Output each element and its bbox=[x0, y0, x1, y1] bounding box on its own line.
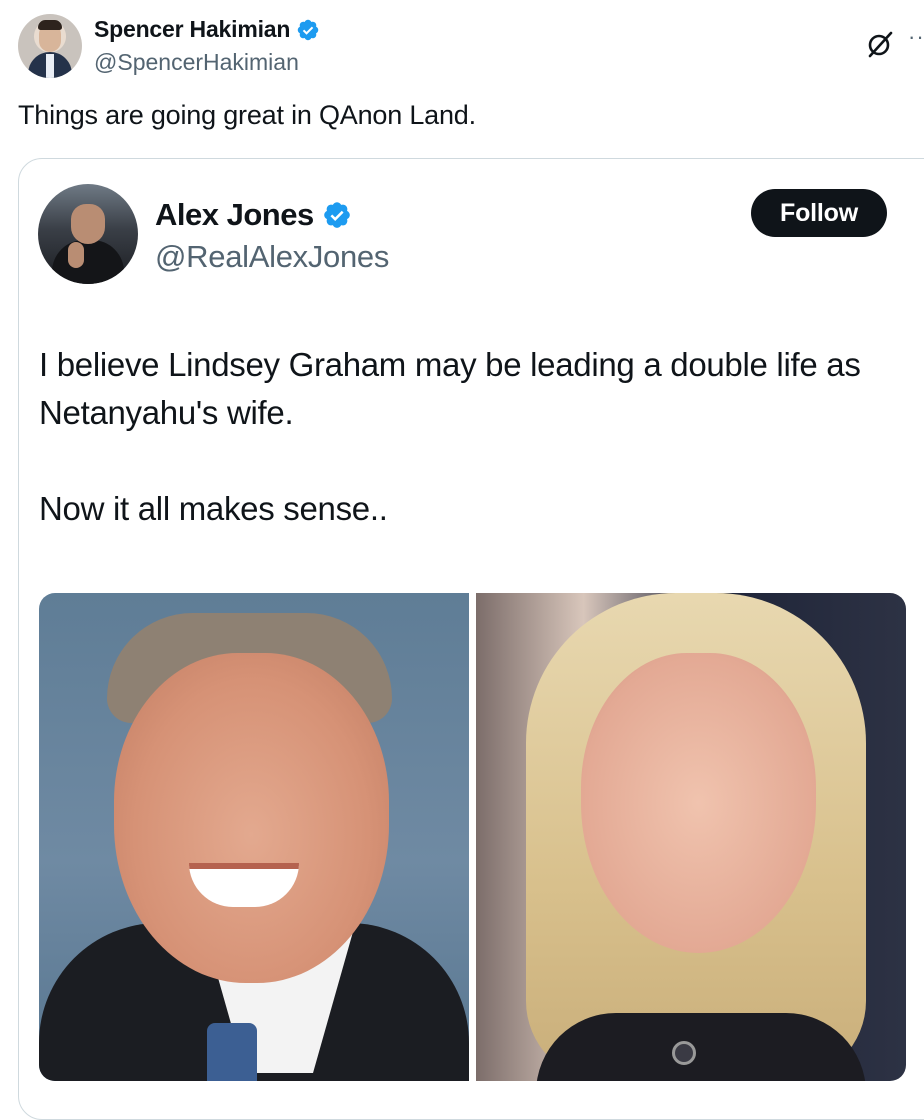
author-display-name[interactable]: Spencer Hakimian bbox=[94, 16, 290, 43]
grok-icon[interactable] bbox=[864, 28, 896, 60]
quoted-author-display-name[interactable]: Alex Jones bbox=[155, 197, 314, 233]
author-handle[interactable]: @SpencerHakimian bbox=[94, 49, 299, 76]
follow-button[interactable]: Follow bbox=[751, 189, 887, 237]
quoted-tweet-text: I believe Lindsey Graham may be leading … bbox=[39, 341, 899, 533]
quoted-tweet-paragraph: I believe Lindsey Graham may be leading … bbox=[39, 346, 861, 431]
author-name-row: Spencer Hakimian bbox=[94, 16, 320, 43]
media-image-left[interactable] bbox=[39, 593, 469, 1081]
tweet-text: Things are going great in QAnon Land. bbox=[18, 100, 476, 130]
verified-icon bbox=[297, 19, 319, 40]
quoted-author-avatar[interactable] bbox=[38, 184, 138, 284]
tweet-header: Spencer Hakimian @SpencerHakimian ··· bbox=[18, 14, 924, 80]
quoted-author-handle[interactable]: @RealAlexJones bbox=[155, 239, 389, 275]
verified-icon bbox=[323, 202, 350, 228]
quoted-tweet-paragraph: Now it all makes sense.. bbox=[39, 490, 388, 527]
media-image-right[interactable] bbox=[476, 593, 906, 1081]
author-avatar[interactable] bbox=[18, 14, 82, 78]
quoted-tweet-card[interactable]: Alex Jones @RealAlexJones Follow I belie… bbox=[18, 158, 924, 1120]
more-icon[interactable]: ··· bbox=[908, 26, 924, 48]
quoted-author-name-row: Alex Jones bbox=[155, 197, 352, 233]
